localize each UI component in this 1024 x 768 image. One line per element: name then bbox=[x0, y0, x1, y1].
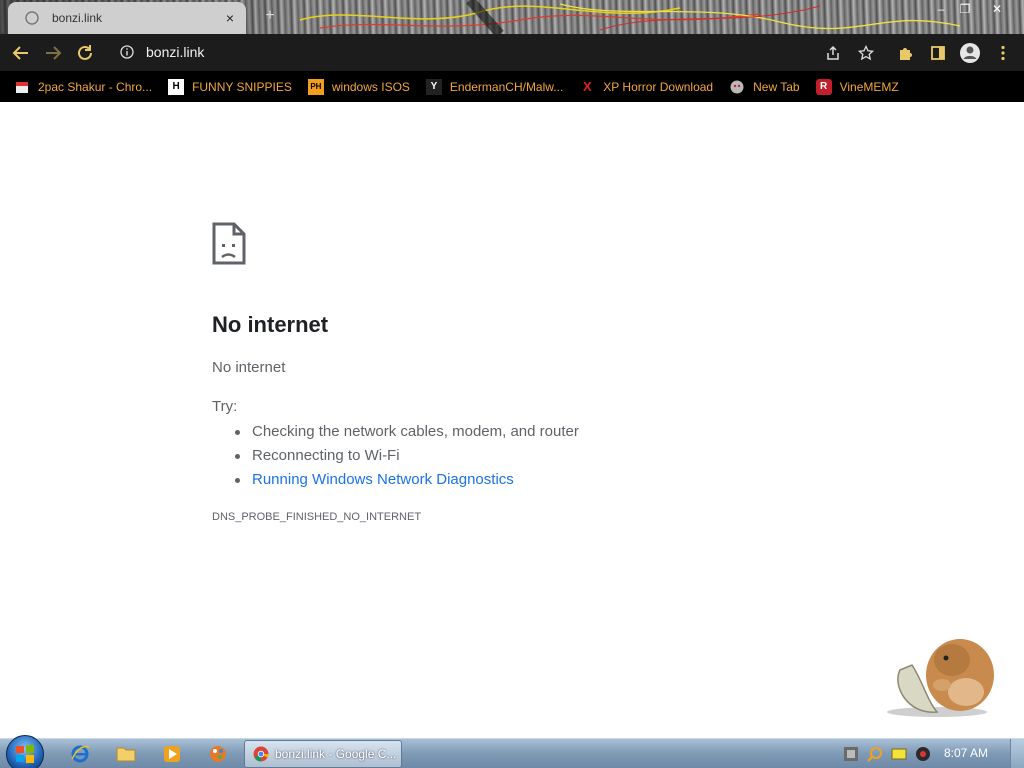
globe-icon bbox=[24, 10, 40, 26]
x-favicon-icon: X bbox=[582, 79, 592, 94]
bookmark-xp-horror[interactable]: X XP Horror Download bbox=[579, 75, 713, 99]
suggestion-list: Checking the network cables, modem, and … bbox=[212, 420, 579, 492]
tab-close-button[interactable]: × bbox=[222, 10, 238, 26]
windows-logo-icon bbox=[16, 745, 34, 763]
restore-button[interactable]: ❐ bbox=[952, 0, 978, 18]
side-panel-button[interactable] bbox=[925, 40, 951, 66]
minimize-button[interactable]: – bbox=[928, 0, 954, 18]
r-favicon-icon: R bbox=[815, 78, 832, 95]
tab-title: bonzi.link bbox=[52, 11, 103, 25]
bookmark-endermanch[interactable]: Y EndermanCH/Malw... bbox=[425, 75, 563, 99]
media-player-icon bbox=[164, 746, 180, 762]
internet-explorer-icon bbox=[71, 745, 90, 763]
hamster-sticker-image bbox=[887, 639, 994, 717]
network-diagnostics-link[interactable]: Running Windows Network Diagnostics bbox=[212, 468, 579, 492]
back-arrow-icon bbox=[12, 46, 28, 60]
star-icon bbox=[858, 45, 874, 61]
taskbar-internet-explorer[interactable] bbox=[60, 742, 100, 766]
try-label: Try: bbox=[212, 398, 238, 415]
system-clock[interactable]: 8:07 AM bbox=[944, 746, 988, 760]
reload-icon bbox=[78, 45, 92, 60]
notification-flag-icon[interactable] bbox=[891, 746, 907, 762]
profile-button[interactable] bbox=[957, 40, 983, 66]
back-button[interactable] bbox=[8, 40, 34, 66]
sad-page-icon bbox=[212, 222, 246, 265]
address-bar[interactable]: bonzi.link bbox=[110, 38, 884, 66]
bookmark-new-tab[interactable]: New Tab bbox=[729, 75, 800, 99]
title-bar: bonzi.link × + – ❐ ✕ bbox=[0, 0, 1024, 34]
forward-button[interactable] bbox=[40, 40, 66, 66]
taskbar-file-explorer[interactable] bbox=[106, 742, 146, 766]
bookmark-windows-isos[interactable]: PH windows ISOS bbox=[307, 75, 410, 99]
forward-arrow-icon bbox=[46, 46, 62, 60]
folder-icon bbox=[116, 747, 136, 762]
page-content: No internet No internet Try: Checking th… bbox=[0, 102, 1024, 738]
suggestion-check-cables: Checking the network cables, modem, and … bbox=[212, 420, 579, 444]
error-subtitle: No internet bbox=[212, 359, 286, 376]
extensions-button[interactable] bbox=[893, 40, 919, 66]
ph-favicon-icon: PH bbox=[307, 78, 324, 95]
tray-app-icon[interactable] bbox=[843, 746, 859, 762]
taskbar-chrome-window[interactable]: bonzi.link - Google C... bbox=[244, 740, 402, 768]
share-button[interactable] bbox=[820, 40, 846, 66]
volume-tray-icon[interactable] bbox=[915, 746, 931, 762]
browser-toolbar: bonzi.link bbox=[0, 34, 1024, 71]
search-tray-icon[interactable] bbox=[867, 746, 883, 762]
bookmark-vinememz[interactable]: R VineMEMZ bbox=[815, 75, 899, 99]
reload-button[interactable] bbox=[72, 40, 98, 66]
url-text[interactable]: bonzi.link bbox=[146, 44, 204, 60]
y-favicon-icon: Y bbox=[425, 78, 442, 95]
menu-button[interactable] bbox=[990, 40, 1016, 66]
browser-tab[interactable]: bonzi.link × bbox=[8, 2, 246, 34]
puzzle-piece-icon bbox=[900, 48, 912, 60]
h-favicon-icon: H bbox=[168, 78, 185, 95]
bookmark-funny-snippies[interactable]: H FUNNY SNIPPIES bbox=[168, 75, 292, 99]
chrome-icon bbox=[253, 746, 269, 762]
new-tab-button[interactable]: + bbox=[260, 6, 280, 26]
avatar-icon bbox=[960, 43, 980, 63]
windows-taskbar: bonzi.link - Google C... 8:07 AM bbox=[0, 735, 1024, 768]
taskbar-paint-app[interactable] bbox=[198, 742, 238, 766]
suggestion-reconnect-wifi: Reconnecting to Wi-Fi bbox=[212, 444, 579, 468]
window-close-button[interactable]: ✕ bbox=[984, 0, 1010, 18]
bookmarks-bar: 2pac Shakur - Chro... H FUNNY SNIPPIES P… bbox=[0, 71, 1024, 102]
face-favicon-icon bbox=[729, 79, 745, 95]
calendar-favicon-icon bbox=[14, 79, 30, 95]
side-panel-icon bbox=[931, 46, 945, 60]
error-code: DNS_PROBE_FINISHED_NO_INTERNET bbox=[212, 511, 422, 523]
taskbar-media-player[interactable] bbox=[152, 742, 192, 766]
paint-palette-icon bbox=[210, 746, 226, 762]
info-icon[interactable] bbox=[120, 45, 134, 59]
share-icon bbox=[827, 45, 839, 60]
bookmark-2pac[interactable]: 2pac Shakur - Chro... bbox=[14, 75, 152, 99]
start-button[interactable] bbox=[6, 735, 44, 768]
kebab-menu-icon bbox=[1001, 45, 1005, 61]
taskbar-task-label: bonzi.link - Google C... bbox=[275, 747, 397, 761]
bookmark-star-button[interactable] bbox=[853, 40, 879, 66]
error-title: No internet bbox=[212, 312, 329, 337]
show-desktop-button[interactable] bbox=[1010, 739, 1024, 768]
